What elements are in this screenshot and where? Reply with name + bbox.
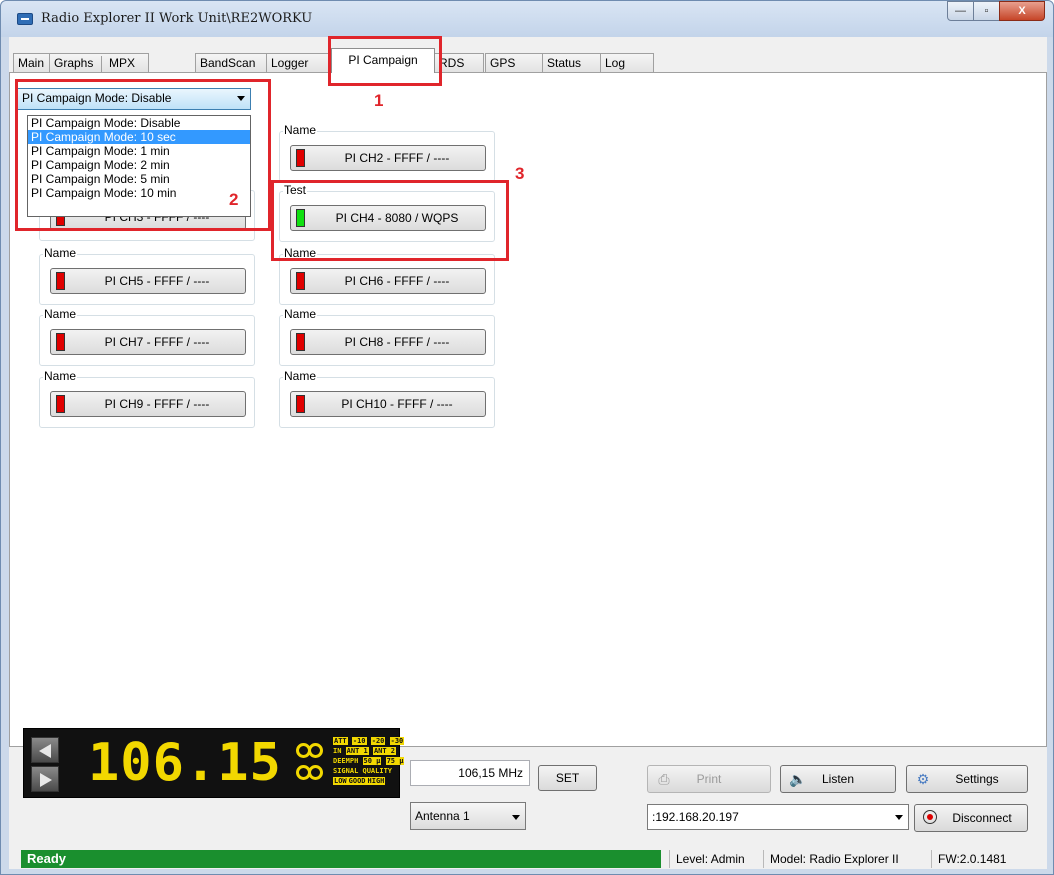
speaker-icon: 🔈	[789, 771, 807, 787]
group-label: Name	[43, 307, 78, 322]
close-button[interactable]: X	[999, 1, 1045, 21]
address-select[interactable]: :192.168.20.197	[647, 804, 909, 830]
settings-label: Settings	[955, 772, 999, 786]
annotation-box-1	[328, 36, 442, 86]
channel-button[interactable]: PI CH8 - FFFF / ----	[290, 329, 486, 355]
chevron-down-icon	[512, 815, 520, 820]
frequency-input[interactable]: 106,15 MHz	[410, 760, 530, 786]
channel-button[interactable]: PI CH5 - FFFF / ----	[50, 268, 246, 294]
listen-label: Listen	[821, 772, 855, 786]
previous-frequency-button[interactable]	[31, 737, 59, 763]
deemph-indicator: DEEMPH 50 μ 75 μ	[333, 757, 405, 765]
group-label: Name	[43, 369, 78, 384]
set-button[interactable]: SET	[538, 765, 597, 791]
input-indicator: IN ANT 1 ANT 2	[333, 747, 397, 755]
status-led	[296, 333, 305, 351]
minimize-button[interactable]: —	[947, 1, 974, 21]
tab-log[interactable]: Log	[600, 53, 654, 72]
chevron-down-icon	[895, 815, 903, 820]
channel-group: Name PI CH10 - FFFF / ----	[279, 369, 495, 428]
app-icon	[17, 13, 33, 25]
status-led	[296, 272, 305, 290]
channel-group: Name PI CH6 - FFFF / ----	[279, 246, 495, 305]
app-window: Radio Explorer II Work Unit\RE2WORKU — ▫…	[0, 0, 1054, 875]
channel-label: PI CH9 - FFFF / ----	[104, 397, 210, 411]
group-label: Name	[283, 307, 318, 322]
address-value: :192.168.20.197	[652, 810, 739, 824]
tab-main[interactable]: Main	[13, 53, 50, 72]
group-label: Name	[283, 123, 318, 138]
status-level: Level: Admin	[669, 850, 745, 868]
antenna-value: Antenna 1	[415, 809, 470, 823]
listen-button[interactable]: 🔈 Listen	[780, 765, 896, 793]
status-led	[296, 149, 305, 167]
tab-bandscan[interactable]: BandScan	[195, 53, 267, 72]
annotation-number-3: 3	[515, 164, 525, 183]
status-led	[56, 333, 65, 351]
tab-gps[interactable]: GPS	[485, 53, 543, 72]
frequency-display: 106.15 ATT -10 -20 -30 IN ANT 1 ANT 2 DE…	[23, 728, 405, 798]
channel-label: PI CH7 - FFFF / ----	[104, 335, 210, 349]
frequency-digits: 106.15	[88, 733, 282, 793]
annotation-box-3	[271, 180, 509, 261]
print-button[interactable]: ⎙ Print	[647, 765, 771, 793]
channel-group: Name PI CH2 - FFFF / ----	[279, 123, 495, 182]
signal-quality-label: SIGNAL QUALITY	[333, 767, 393, 775]
window-controls: — ▫ X	[947, 1, 1045, 23]
status-ready: Ready	[21, 850, 661, 868]
status-led	[296, 395, 305, 413]
channel-group: Name PI CH8 - FFFF / ----	[279, 307, 495, 366]
disconnect-button[interactable]: Disconnect	[914, 804, 1028, 832]
antenna-select[interactable]: Antenna 1	[410, 802, 526, 830]
tab-logger[interactable]: Logger	[266, 53, 329, 72]
tab-strip: Main Graphs MPX BandScan Logger PI Campa…	[9, 48, 1047, 73]
channel-group: Name PI CH5 - FFFF / ----	[39, 246, 255, 305]
tab-mpx[interactable]: MPX	[109, 56, 135, 70]
status-led	[56, 272, 65, 290]
group-label: Name	[43, 246, 78, 261]
stereo-icon	[294, 737, 326, 787]
disconnect-label: Disconnect	[952, 811, 1012, 825]
maximize-button[interactable]: ▫	[973, 1, 1000, 21]
tab-graphs-mpx[interactable]: Graphs MPX	[49, 53, 149, 72]
tab-graphs[interactable]: Graphs	[54, 56, 93, 70]
channel-button[interactable]: PI CH6 - FFFF / ----	[290, 268, 486, 294]
channel-label: PI CH10 - FFFF / ----	[341, 397, 453, 411]
tab-separator	[100, 55, 102, 72]
signal-quality-levels: LOW GOOD HIGH	[333, 777, 386, 785]
settings-button[interactable]: ⚙ Settings	[906, 765, 1028, 793]
channel-label: PI CH8 - FFFF / ----	[344, 335, 450, 349]
window-title: Radio Explorer II Work Unit\RE2WORKU	[41, 11, 313, 26]
channel-label: PI CH2 - FFFF / ----	[344, 151, 450, 165]
arrow-right-icon	[40, 773, 52, 787]
stop-icon	[923, 810, 937, 824]
print-label: Print	[696, 772, 722, 786]
channel-button[interactable]: PI CH10 - FFFF / ----	[290, 391, 486, 417]
annotation-number-2: 2	[229, 190, 239, 209]
status-firmware: FW:2.0.1481	[931, 850, 1006, 868]
status-bar: Ready Level: Admin Model: Radio Explorer…	[19, 847, 1053, 871]
tab-status[interactable]: Status	[542, 53, 601, 72]
status-model: Model: Radio Explorer II	[763, 850, 899, 868]
annotation-number-1: 1	[374, 91, 384, 110]
channel-group: Name PI CH9 - FFFF / ----	[39, 369, 255, 428]
channel-group: Name PI CH7 - FFFF / ----	[39, 307, 255, 366]
group-label: Name	[283, 369, 318, 384]
title-bar[interactable]: Radio Explorer II Work Unit\RE2WORKU — ▫…	[1, 1, 1053, 37]
next-frequency-button[interactable]	[31, 766, 59, 792]
att-indicator: ATT -10 -20 -30	[333, 737, 405, 745]
gear-icon: ⚙	[916, 771, 930, 787]
status-led	[56, 395, 65, 413]
arrow-left-icon	[39, 744, 51, 758]
channel-label: PI CH5 - FFFF / ----	[104, 274, 210, 288]
channel-button[interactable]: PI CH7 - FFFF / ----	[50, 329, 246, 355]
channel-button[interactable]: PI CH9 - FFFF / ----	[50, 391, 246, 417]
channel-label: PI CH6 - FFFF / ----	[344, 274, 450, 288]
printer-icon: ⎙	[658, 771, 670, 787]
channel-button[interactable]: PI CH2 - FFFF / ----	[290, 145, 486, 171]
